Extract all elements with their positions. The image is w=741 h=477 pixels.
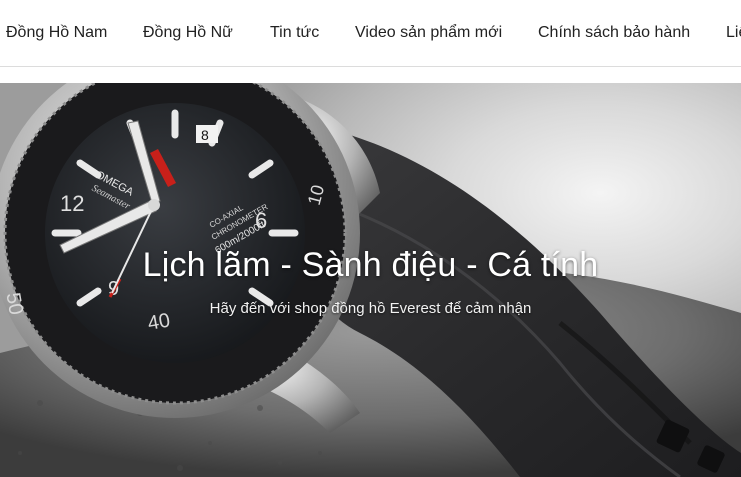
main-navigation: Đồng Hồ Nam Đồng Hồ Nữ Tin tức Video sản… <box>0 0 741 67</box>
nav-link-dong-ho-nu[interactable]: Đồng Hồ Nữ <box>143 24 233 42</box>
hero-title: Lịch lãm - Sành điệu - Cá tính <box>142 246 599 284</box>
nav-link-tin-tuc[interactable]: Tin tức <box>270 24 319 42</box>
nav-link-lien-he[interactable]: Liên hệ <box>726 24 741 42</box>
dial-numeral-12: 12 <box>60 191 84 216</box>
date-window: 8 <box>201 127 209 143</box>
nav-link-chinh-sach-bao-hanh[interactable]: Chính sách bảo hành <box>538 24 690 42</box>
hero-subtitle: Hãy đến với shop đồng hồ Everest để cảm … <box>209 300 532 317</box>
nav-link-video-san-pham-moi[interactable]: Video sản phẩm mới <box>355 24 502 42</box>
nav-link-dong-ho-nam[interactable]: Đồng Hồ Nam <box>6 24 107 42</box>
hero-banner: 8 12 6 9 OMEGA Seamaster CO-AXIAL CHRONO… <box>0 83 741 477</box>
